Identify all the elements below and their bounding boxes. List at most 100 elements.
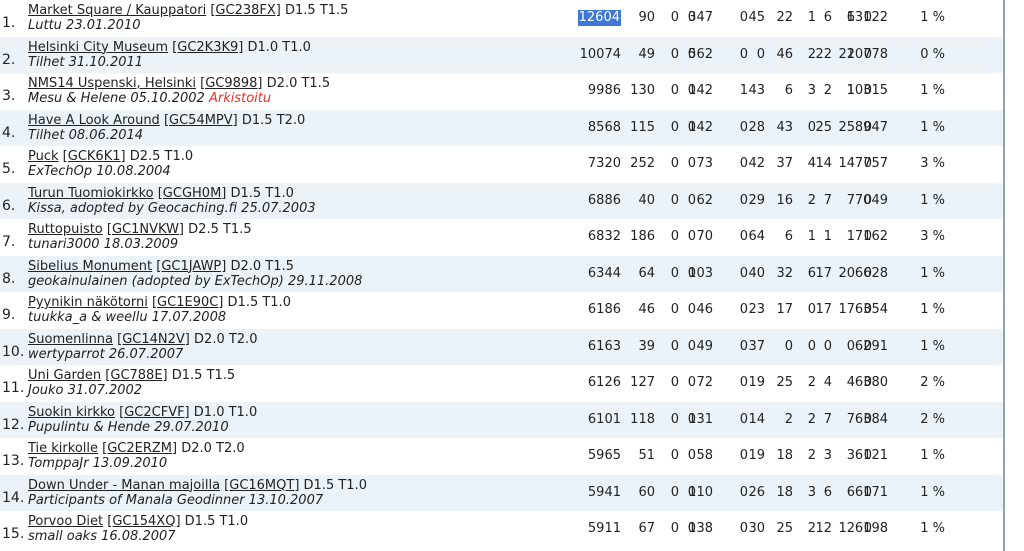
extra-count: 10315	[846, 83, 888, 98]
trackables-a-count: 7	[846, 411, 855, 427]
cache-code-link[interactable]: [GC2ERZM]	[102, 441, 177, 456]
scrollbar-track[interactable]	[1003, 0, 1005, 551]
finds-count: 127	[630, 375, 655, 390]
cache-code-link[interactable]: [GC788E]	[105, 368, 167, 383]
trackables-a-count: 25	[838, 119, 855, 135]
maint-b-count: 49	[696, 338, 713, 354]
difficulty-terrain: D2.0 T1.5	[266, 76, 331, 91]
pm-count: 2	[807, 411, 816, 427]
cache-name-link[interactable]: Have A Look Around	[28, 113, 160, 128]
cache-name-link[interactable]: Pyynikin näkötorni	[28, 295, 148, 310]
cache-code-link[interactable]: [GC238FX]	[210, 3, 281, 18]
cache-name-link[interactable]: Ruttopuisto	[28, 222, 103, 237]
owner-and-date: small oaks 16.08.2007	[28, 529, 176, 544]
cache-code-link[interactable]: [GC54MPV]	[164, 113, 238, 128]
img-count: 4	[823, 375, 832, 390]
total-logs-count: 1 %	[920, 521, 945, 536]
notes-count: 0	[739, 119, 748, 135]
cache-code-link[interactable]: [GC1E90C]	[152, 295, 223, 310]
img-count: 17	[815, 302, 832, 317]
extra-count: 6198	[854, 521, 888, 536]
needs-maint-count: 0	[756, 46, 765, 62]
owner-date-line: wertyparrot 26.07.2007	[28, 347, 183, 362]
total-logs-count: 1 %	[920, 10, 945, 25]
rank-number: 6.	[2, 197, 16, 214]
cache-name-link[interactable]: Turun Tuomiokirkko	[28, 186, 154, 201]
maint-a-count: 0	[687, 156, 696, 171]
cache-code-link[interactable]: [GC2CFVF]	[119, 405, 190, 420]
dnf-count: 0	[670, 265, 679, 281]
cache-code-link[interactable]: [GC16MQT]	[224, 478, 299, 493]
maint-b-count: 103	[688, 265, 713, 281]
cache-code-link[interactable]: [GCGH0M]	[158, 186, 227, 201]
archived-label: Arkistoitu	[208, 91, 272, 106]
notes-count: 0	[739, 265, 748, 281]
trackables-a-count: 20	[838, 265, 855, 281]
rank-number: 8.	[2, 270, 16, 287]
cache-title-line: Tie kirkolle [GC2ERZM] D2.0 T2.0	[28, 441, 245, 456]
notes-count: 1	[739, 83, 748, 98]
finds-count: 90	[638, 10, 655, 25]
cache-name-link[interactable]: Helsinki City Museum	[28, 40, 168, 55]
cache-name-link[interactable]: Puck	[28, 149, 59, 164]
img-count: 22	[815, 46, 832, 62]
difficulty-terrain: D1.5 T1.0	[227, 295, 291, 310]
table-row: 11. Uni Garden [GC788E] D1.5 T1.5 Jouko 31…	[0, 365, 1003, 402]
cache-name-link[interactable]: Sibelius Monument	[28, 259, 152, 274]
rank-number: 2.	[2, 51, 16, 68]
owner-date-line: geokainulainen (adopted by ExTechOp) 29.…	[28, 274, 362, 289]
cache-title-line: Uni Garden [GC788E] D1.5 T1.5	[28, 368, 235, 383]
finds-total: 6126	[587, 375, 621, 390]
rank-number: 13.	[2, 453, 25, 469]
needs-maint-count: 19	[748, 375, 765, 390]
finds-count: 118	[630, 411, 655, 427]
difficulty-terrain: D1.5 T1.5	[285, 3, 349, 18]
cache-code-link[interactable]: [GC2K3K9]	[172, 40, 243, 55]
owner-date-line: Participants of Manala Geodinner 13.10.2…	[28, 493, 323, 508]
cache-code-link[interactable]: [GC154XQ]	[107, 514, 180, 529]
cache-name-link[interactable]: Market Square / Kauppatori	[28, 3, 206, 18]
difficulty-terrain: D2.0 T2.0	[194, 331, 258, 347]
maint-b-count: 347	[688, 10, 713, 25]
total-logs-count: 1 %	[920, 119, 945, 135]
cache-name-link[interactable]: NMS14 Uspenski, Helsinki	[28, 76, 196, 91]
owner-date-line: tuukka_a & weellu 17.07.2008	[28, 310, 226, 325]
finds-count: 39	[638, 338, 655, 354]
trackables-a-count: 3	[846, 448, 855, 463]
cache-code-link[interactable]: [GCK6K1]	[63, 149, 126, 164]
notes-count: 0	[739, 411, 748, 427]
cache-title-line: Porvoo Diet [GC154XQ] D1.5 T1.0	[28, 514, 248, 529]
owner-and-date: Jouko 31.07.2002	[28, 383, 143, 398]
maint-b-count: 142	[688, 119, 713, 135]
difficulty-terrain: D1.5 T2.0	[241, 112, 306, 128]
cache-code-link[interactable]: [GC14N2V]	[117, 332, 190, 347]
trackables-a-count: 0	[846, 338, 855, 354]
total-logs-count: 1 %	[920, 192, 945, 208]
finds-count: 67	[638, 521, 655, 536]
cache-code-link[interactable]: [GC1NVKW]	[107, 222, 184, 237]
img-count: 0	[823, 338, 832, 354]
cache-name-link[interactable]: Suomenlinna	[28, 332, 113, 347]
needs-maint-count: 42	[748, 156, 765, 171]
total-logs-count: 1 %	[920, 302, 945, 317]
maint-b-count: 110	[688, 484, 713, 500]
extra-count: 8947	[854, 119, 888, 135]
trackables-a-count: 4	[846, 375, 855, 390]
fav-count: 32	[776, 265, 793, 281]
rank-number: 9.	[2, 307, 16, 323]
finds-total: 5965	[587, 448, 621, 463]
cache-code-link[interactable]: [GC1JAWP]	[156, 259, 226, 274]
cache-name-link[interactable]: Tie kirkolle	[28, 441, 98, 456]
cache-name-link[interactable]: Porvoo Diet	[28, 514, 103, 529]
cache-name-link[interactable]: Down Under - Manan majoilla	[28, 478, 220, 493]
owner-and-date: tuukka_a & weellu 17.07.2008	[28, 310, 227, 325]
owner-date-line: small oaks 16.08.2007	[28, 529, 176, 544]
notes-count: 0	[739, 229, 748, 244]
img-count: 17	[815, 265, 832, 281]
cache-code-link[interactable]: [GC9898]	[200, 76, 262, 91]
owner-and-date: Pupulintu & Hende 29.07.2010	[28, 419, 229, 435]
cache-name-link[interactable]: Suokin kirkko	[28, 405, 115, 420]
extra-count: 13122	[846, 10, 888, 25]
rank-number: 10.	[2, 343, 25, 360]
cache-name-link[interactable]: Uni Garden	[28, 368, 101, 383]
